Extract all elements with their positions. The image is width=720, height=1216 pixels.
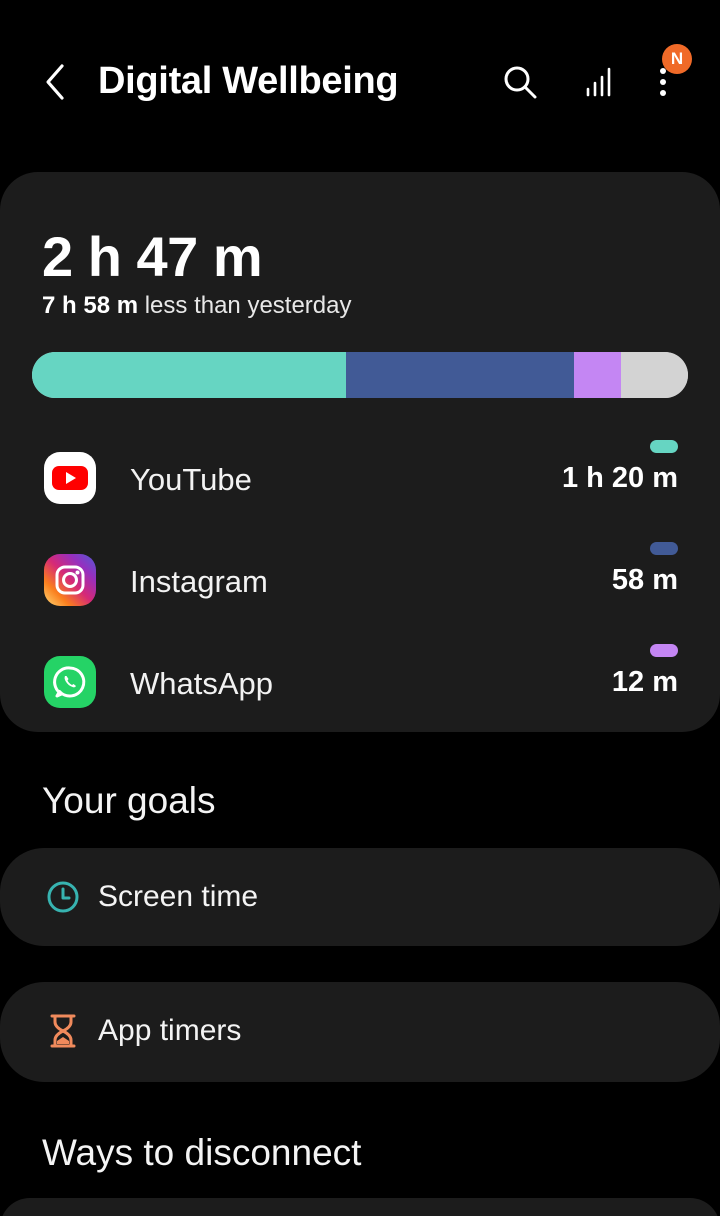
comparison-amount: 7 h 58 m <box>42 292 139 319</box>
comparison-label: less than yesterday <box>138 292 352 319</box>
app-usage-time: 12 m <box>611 666 678 698</box>
bar-chart-icon <box>586 67 611 97</box>
usage-bar-segment-instagram <box>346 352 575 398</box>
app-name: YouTube <box>130 462 252 497</box>
app-timers-button[interactable]: App timers <box>0 982 720 1082</box>
app-usage-time: 58 m <box>611 564 678 596</box>
chevron-left-icon <box>46 64 64 100</box>
back-button[interactable] <box>36 60 76 104</box>
usage-bar <box>32 352 688 398</box>
disconnect-section-title: Ways to disconnect <box>42 1132 362 1173</box>
clock-icon <box>44 878 82 916</box>
app-row-youtube[interactable]: YouTube 1 h 20 m <box>0 440 720 520</box>
comparison-text: 7 h 58 m less than yesterday <box>42 292 352 320</box>
hourglass-icon <box>44 1012 82 1050</box>
search-icon <box>504 66 537 99</box>
app-bar: Digital Wellbeing N <box>0 0 720 170</box>
app-row-instagram[interactable]: Instagram 58 m <box>0 542 720 622</box>
stats-button[interactable] <box>577 60 621 104</box>
app-name: Instagram <box>130 564 268 599</box>
page-title: Digital Wellbeing <box>98 60 399 102</box>
usage-bar-segment-youtube <box>32 352 347 398</box>
total-screen-time: 2 h 47 m <box>42 225 263 288</box>
usage-bar-segment-other <box>621 352 688 398</box>
goal-label: Screen time <box>98 880 259 913</box>
instagram-icon <box>44 554 96 606</box>
whatsapp-icon <box>44 656 96 708</box>
notification-badge: N <box>662 44 692 74</box>
screen-time-goal-button[interactable]: Screen time <box>0 848 720 946</box>
app-color-indicator <box>650 542 678 555</box>
disconnect-card[interactable] <box>0 1198 720 1216</box>
usage-card[interactable]: 2 h 47 m 7 h 58 m less than yesterday Yo… <box>0 172 720 732</box>
usage-bar-segment-whatsapp <box>574 352 622 398</box>
app-usage-time: 1 h 20 m <box>561 462 678 494</box>
search-button[interactable] <box>498 60 542 104</box>
app-name: WhatsApp <box>130 666 274 701</box>
app-row-whatsapp[interactable]: WhatsApp 12 m <box>0 644 720 724</box>
app-color-indicator <box>650 440 678 453</box>
youtube-icon <box>44 452 96 504</box>
app-color-indicator <box>650 644 678 657</box>
goal-label: App timers <box>98 1014 242 1047</box>
digital-wellbeing-screen: Digital Wellbeing N 2 h 47 m 7 h 58 m le… <box>0 0 720 1216</box>
goals-section-title: Your goals <box>42 780 216 821</box>
